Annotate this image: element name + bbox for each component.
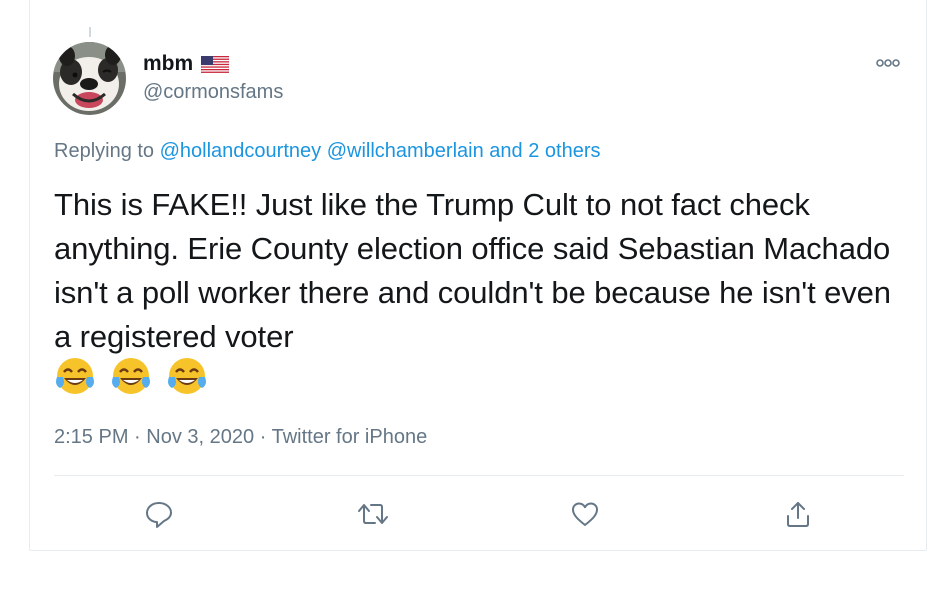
- bulldog-avatar-icon: [53, 42, 126, 115]
- tweet-source[interactable]: Twitter for iPhone: [272, 426, 428, 448]
- thread-connector-line: [89, 27, 91, 37]
- tears-of-joy-icon: [168, 358, 206, 394]
- mention-link[interactable]: @willchamberlain: [327, 140, 484, 162]
- avatar[interactable]: [53, 42, 126, 115]
- us-flag-icon: [200, 55, 230, 73]
- tweet-meta: 2:15 PM · Nov 3, 2020 · Twitter for iPho…: [54, 426, 427, 449]
- divider: [54, 475, 904, 476]
- tears-of-joy-icon: [112, 358, 150, 394]
- meta-separator: ·: [134, 426, 141, 448]
- share-icon: [787, 502, 809, 527]
- retweet-icon: [358, 504, 388, 524]
- tweet-time[interactable]: 2:15 PM: [54, 426, 128, 448]
- reply-icon: [146, 502, 172, 528]
- like-button[interactable]: [568, 497, 602, 531]
- tears-of-joy-icon: [56, 358, 94, 394]
- tweet-date[interactable]: Nov 3, 2020: [146, 426, 254, 448]
- meta-separator: ·: [259, 426, 267, 448]
- share-button[interactable]: [781, 497, 815, 531]
- replying-prefix: Replying to: [54, 140, 155, 162]
- user-handle[interactable]: @cormonsfams: [143, 81, 283, 104]
- display-name[interactable]: mbm: [143, 52, 193, 76]
- replying-to-line: Replying to @hollandcourtney @willchambe…: [54, 140, 601, 163]
- reply-button[interactable]: [142, 497, 176, 531]
- tweet-text: This is FAKE!! Just like the Trump Cult …: [54, 187, 891, 354]
- retweet-button[interactable]: [356, 497, 390, 531]
- emoji-row: [54, 355, 222, 397]
- and-others-link[interactable]: and 2 others: [489, 140, 600, 162]
- user-name-row[interactable]: mbm: [143, 52, 230, 76]
- heart-icon: [572, 502, 598, 526]
- mention-link[interactable]: @hollandcourtney: [160, 140, 322, 162]
- more-options-icon[interactable]: [872, 52, 904, 76]
